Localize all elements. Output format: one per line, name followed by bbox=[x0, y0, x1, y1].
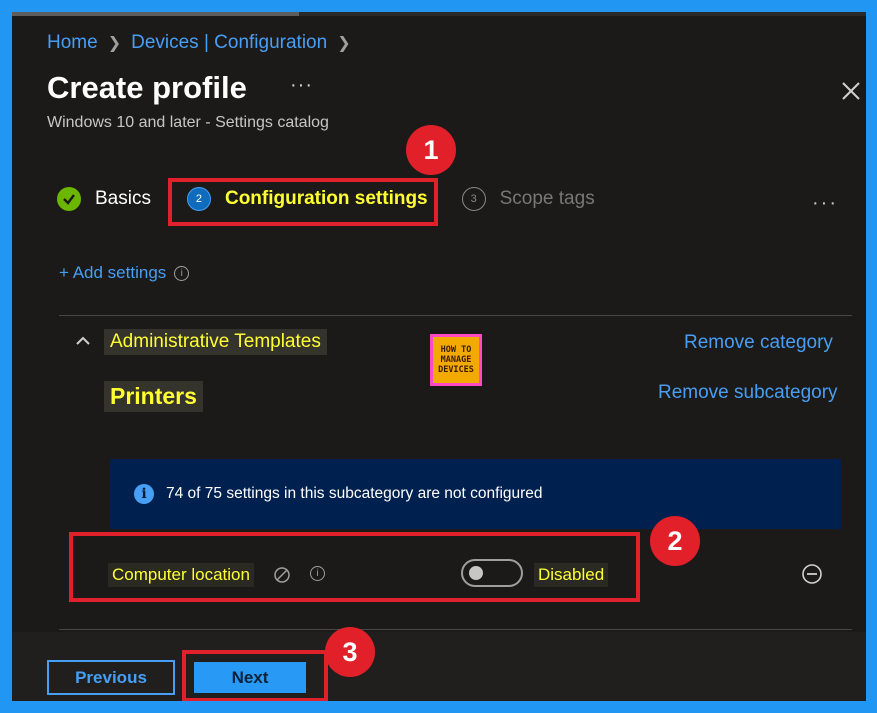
annotation-box-3 bbox=[182, 650, 328, 701]
chevron-up-icon[interactable] bbox=[74, 332, 92, 350]
info-icon: i bbox=[134, 484, 154, 504]
breadcrumb-devices-configuration[interactable]: Devices | Configuration bbox=[131, 32, 327, 54]
page-subtitle: Windows 10 and later - Settings catalog bbox=[47, 114, 329, 131]
annotation-box-2 bbox=[69, 532, 640, 602]
category-name: Administrative Templates bbox=[104, 329, 327, 355]
annotation-box-1 bbox=[168, 178, 438, 226]
remove-subcategory-link[interactable]: Remove subcategory bbox=[658, 382, 838, 404]
close-icon[interactable] bbox=[838, 78, 864, 104]
step-basics[interactable]: Basics bbox=[57, 187, 151, 211]
logo-line: DEVICES bbox=[438, 365, 474, 375]
step-scope-tags[interactable]: 3 Scope tags bbox=[461, 187, 595, 211]
annotation-badge-2: 2 bbox=[650, 516, 700, 566]
checkmark-icon bbox=[57, 187, 81, 211]
more-options-icon[interactable]: ··· bbox=[290, 74, 313, 97]
previous-button[interactable]: Previous bbox=[47, 660, 175, 695]
step-label: Basics bbox=[95, 188, 151, 209]
annotation-badge-1: 1 bbox=[406, 125, 456, 175]
page-title: Create profile bbox=[47, 70, 247, 105]
more-steps-icon[interactable]: ··· bbox=[812, 192, 838, 215]
create-profile-panel: Home ❯ Devices | Configuration ❯ Create … bbox=[12, 12, 866, 701]
annotation-badge-3: 3 bbox=[325, 627, 375, 677]
info-message-text: 74 of 75 settings in this subcategory ar… bbox=[166, 485, 543, 502]
step-label: Scope tags bbox=[499, 188, 595, 209]
subcategory-name: Printers bbox=[104, 381, 203, 412]
divider bbox=[59, 629, 852, 630]
remove-category-link[interactable]: Remove category bbox=[684, 332, 833, 354]
info-icon[interactable]: i bbox=[174, 265, 190, 281]
info-message-bar: i 74 of 75 settings in this subcategory … bbox=[110, 459, 841, 529]
logo-line: MANAGE bbox=[440, 355, 472, 365]
logo-line: HOW TO bbox=[440, 345, 472, 355]
breadcrumb-home[interactable]: Home bbox=[47, 32, 98, 54]
loading-progress-fill bbox=[12, 12, 299, 16]
remove-setting-icon[interactable] bbox=[801, 563, 823, 585]
divider bbox=[59, 315, 852, 316]
chevron-right-icon: ❯ bbox=[107, 35, 122, 52]
chevron-right-icon: ❯ bbox=[337, 35, 351, 52]
breadcrumb: Home ❯ Devices | Configuration ❯ bbox=[47, 32, 351, 54]
add-settings-label: + Add settings bbox=[59, 263, 167, 282]
step-number-badge: 3 bbox=[461, 187, 486, 211]
how-to-manage-devices-logo: HOW TO MANAGE DEVICES bbox=[430, 334, 482, 386]
loading-progress-track bbox=[12, 12, 866, 16]
add-settings-link[interactable]: + Add settings i bbox=[59, 263, 190, 283]
